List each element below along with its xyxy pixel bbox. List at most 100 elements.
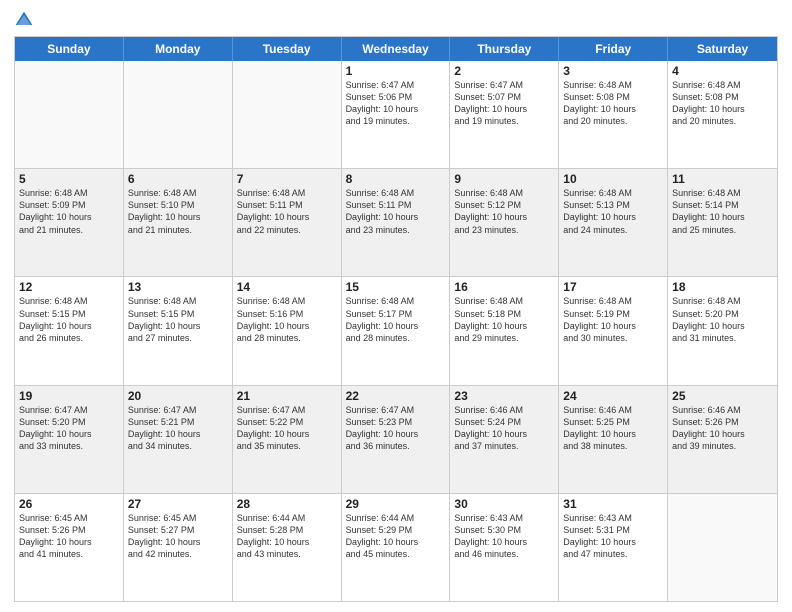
- day-number: 22: [346, 389, 446, 403]
- day-number: 23: [454, 389, 554, 403]
- day-number: 3: [563, 64, 663, 78]
- header: [14, 10, 778, 30]
- day-info: Sunrise: 6:48 AM Sunset: 5:08 PM Dayligh…: [563, 79, 663, 128]
- day-info: Sunrise: 6:48 AM Sunset: 5:14 PM Dayligh…: [672, 187, 773, 236]
- day-cell-29: 29Sunrise: 6:44 AM Sunset: 5:29 PM Dayli…: [342, 494, 451, 601]
- header-day-saturday: Saturday: [668, 37, 777, 61]
- day-cell-31: 31Sunrise: 6:43 AM Sunset: 5:31 PM Dayli…: [559, 494, 668, 601]
- day-number: 15: [346, 280, 446, 294]
- day-cell-1: 1Sunrise: 6:47 AM Sunset: 5:06 PM Daylig…: [342, 61, 451, 168]
- day-info: Sunrise: 6:44 AM Sunset: 5:29 PM Dayligh…: [346, 512, 446, 561]
- header-day-tuesday: Tuesday: [233, 37, 342, 61]
- day-number: 12: [19, 280, 119, 294]
- header-day-sunday: Sunday: [15, 37, 124, 61]
- header-day-wednesday: Wednesday: [342, 37, 451, 61]
- day-cell-14: 14Sunrise: 6:48 AM Sunset: 5:16 PM Dayli…: [233, 277, 342, 384]
- header-day-friday: Friday: [559, 37, 668, 61]
- day-info: Sunrise: 6:48 AM Sunset: 5:08 PM Dayligh…: [672, 79, 773, 128]
- day-info: Sunrise: 6:47 AM Sunset: 5:23 PM Dayligh…: [346, 404, 446, 453]
- day-cell-16: 16Sunrise: 6:48 AM Sunset: 5:18 PM Dayli…: [450, 277, 559, 384]
- day-info: Sunrise: 6:48 AM Sunset: 5:10 PM Dayligh…: [128, 187, 228, 236]
- day-info: Sunrise: 6:48 AM Sunset: 5:15 PM Dayligh…: [19, 295, 119, 344]
- day-cell-4: 4Sunrise: 6:48 AM Sunset: 5:08 PM Daylig…: [668, 61, 777, 168]
- header-day-thursday: Thursday: [450, 37, 559, 61]
- day-number: 21: [237, 389, 337, 403]
- day-info: Sunrise: 6:48 AM Sunset: 5:17 PM Dayligh…: [346, 295, 446, 344]
- calendar: SundayMondayTuesdayWednesdayThursdayFrid…: [14, 36, 778, 602]
- day-number: 2: [454, 64, 554, 78]
- day-info: Sunrise: 6:44 AM Sunset: 5:28 PM Dayligh…: [237, 512, 337, 561]
- empty-cell: [233, 61, 342, 168]
- day-info: Sunrise: 6:46 AM Sunset: 5:25 PM Dayligh…: [563, 404, 663, 453]
- day-info: Sunrise: 6:48 AM Sunset: 5:09 PM Dayligh…: [19, 187, 119, 236]
- day-number: 18: [672, 280, 773, 294]
- day-info: Sunrise: 6:48 AM Sunset: 5:11 PM Dayligh…: [346, 187, 446, 236]
- day-info: Sunrise: 6:47 AM Sunset: 5:21 PM Dayligh…: [128, 404, 228, 453]
- day-cell-6: 6Sunrise: 6:48 AM Sunset: 5:10 PM Daylig…: [124, 169, 233, 276]
- day-cell-27: 27Sunrise: 6:45 AM Sunset: 5:27 PM Dayli…: [124, 494, 233, 601]
- day-number: 29: [346, 497, 446, 511]
- page: SundayMondayTuesdayWednesdayThursdayFrid…: [0, 0, 792, 612]
- day-cell-24: 24Sunrise: 6:46 AM Sunset: 5:25 PM Dayli…: [559, 386, 668, 493]
- logo-icon: [14, 10, 34, 30]
- day-info: Sunrise: 6:43 AM Sunset: 5:31 PM Dayligh…: [563, 512, 663, 561]
- day-number: 16: [454, 280, 554, 294]
- day-number: 25: [672, 389, 773, 403]
- day-info: Sunrise: 6:43 AM Sunset: 5:30 PM Dayligh…: [454, 512, 554, 561]
- day-cell-26: 26Sunrise: 6:45 AM Sunset: 5:26 PM Dayli…: [15, 494, 124, 601]
- day-cell-21: 21Sunrise: 6:47 AM Sunset: 5:22 PM Dayli…: [233, 386, 342, 493]
- day-cell-30: 30Sunrise: 6:43 AM Sunset: 5:30 PM Dayli…: [450, 494, 559, 601]
- day-info: Sunrise: 6:48 AM Sunset: 5:11 PM Dayligh…: [237, 187, 337, 236]
- day-number: 13: [128, 280, 228, 294]
- day-number: 11: [672, 172, 773, 186]
- calendar-body: 1Sunrise: 6:47 AM Sunset: 5:06 PM Daylig…: [15, 61, 777, 601]
- day-cell-22: 22Sunrise: 6:47 AM Sunset: 5:23 PM Dayli…: [342, 386, 451, 493]
- day-number: 17: [563, 280, 663, 294]
- day-cell-28: 28Sunrise: 6:44 AM Sunset: 5:28 PM Dayli…: [233, 494, 342, 601]
- day-number: 26: [19, 497, 119, 511]
- day-info: Sunrise: 6:48 AM Sunset: 5:13 PM Dayligh…: [563, 187, 663, 236]
- day-number: 5: [19, 172, 119, 186]
- calendar-header-row: SundayMondayTuesdayWednesdayThursdayFrid…: [15, 37, 777, 61]
- calendar-row-5: 26Sunrise: 6:45 AM Sunset: 5:26 PM Dayli…: [15, 493, 777, 601]
- day-number: 19: [19, 389, 119, 403]
- day-number: 10: [563, 172, 663, 186]
- day-info: Sunrise: 6:48 AM Sunset: 5:15 PM Dayligh…: [128, 295, 228, 344]
- day-cell-19: 19Sunrise: 6:47 AM Sunset: 5:20 PM Dayli…: [15, 386, 124, 493]
- empty-cell: [668, 494, 777, 601]
- calendar-row-1: 1Sunrise: 6:47 AM Sunset: 5:06 PM Daylig…: [15, 61, 777, 168]
- day-number: 14: [237, 280, 337, 294]
- day-cell-10: 10Sunrise: 6:48 AM Sunset: 5:13 PM Dayli…: [559, 169, 668, 276]
- day-info: Sunrise: 6:48 AM Sunset: 5:19 PM Dayligh…: [563, 295, 663, 344]
- day-number: 9: [454, 172, 554, 186]
- day-cell-7: 7Sunrise: 6:48 AM Sunset: 5:11 PM Daylig…: [233, 169, 342, 276]
- day-info: Sunrise: 6:48 AM Sunset: 5:20 PM Dayligh…: [672, 295, 773, 344]
- day-cell-12: 12Sunrise: 6:48 AM Sunset: 5:15 PM Dayli…: [15, 277, 124, 384]
- day-cell-8: 8Sunrise: 6:48 AM Sunset: 5:11 PM Daylig…: [342, 169, 451, 276]
- day-number: 4: [672, 64, 773, 78]
- day-number: 27: [128, 497, 228, 511]
- empty-cell: [124, 61, 233, 168]
- day-info: Sunrise: 6:47 AM Sunset: 5:07 PM Dayligh…: [454, 79, 554, 128]
- day-number: 28: [237, 497, 337, 511]
- day-info: Sunrise: 6:46 AM Sunset: 5:26 PM Dayligh…: [672, 404, 773, 453]
- logo: [14, 10, 38, 30]
- day-number: 8: [346, 172, 446, 186]
- day-cell-25: 25Sunrise: 6:46 AM Sunset: 5:26 PM Dayli…: [668, 386, 777, 493]
- day-cell-11: 11Sunrise: 6:48 AM Sunset: 5:14 PM Dayli…: [668, 169, 777, 276]
- day-cell-5: 5Sunrise: 6:48 AM Sunset: 5:09 PM Daylig…: [15, 169, 124, 276]
- header-day-monday: Monday: [124, 37, 233, 61]
- day-number: 20: [128, 389, 228, 403]
- day-info: Sunrise: 6:48 AM Sunset: 5:16 PM Dayligh…: [237, 295, 337, 344]
- day-cell-3: 3Sunrise: 6:48 AM Sunset: 5:08 PM Daylig…: [559, 61, 668, 168]
- day-info: Sunrise: 6:45 AM Sunset: 5:27 PM Dayligh…: [128, 512, 228, 561]
- day-info: Sunrise: 6:45 AM Sunset: 5:26 PM Dayligh…: [19, 512, 119, 561]
- day-cell-20: 20Sunrise: 6:47 AM Sunset: 5:21 PM Dayli…: [124, 386, 233, 493]
- day-cell-2: 2Sunrise: 6:47 AM Sunset: 5:07 PM Daylig…: [450, 61, 559, 168]
- day-info: Sunrise: 6:47 AM Sunset: 5:20 PM Dayligh…: [19, 404, 119, 453]
- day-number: 6: [128, 172, 228, 186]
- empty-cell: [15, 61, 124, 168]
- day-cell-9: 9Sunrise: 6:48 AM Sunset: 5:12 PM Daylig…: [450, 169, 559, 276]
- day-info: Sunrise: 6:47 AM Sunset: 5:22 PM Dayligh…: [237, 404, 337, 453]
- calendar-row-4: 19Sunrise: 6:47 AM Sunset: 5:20 PM Dayli…: [15, 385, 777, 493]
